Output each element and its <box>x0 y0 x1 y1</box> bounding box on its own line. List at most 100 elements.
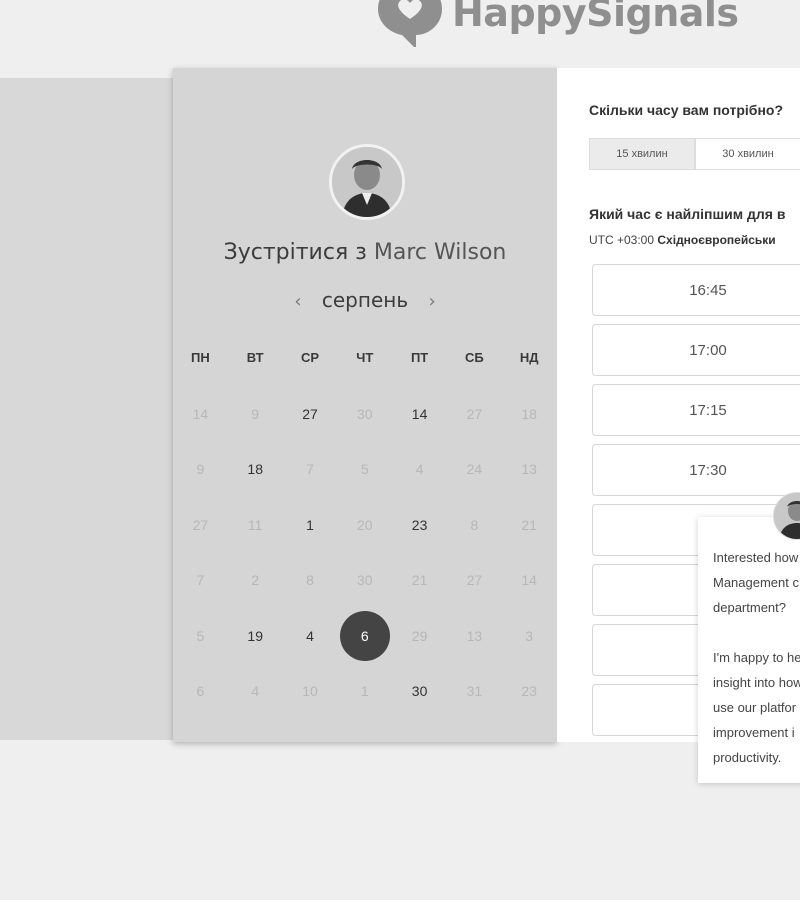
calendar-week-row: 5 19 4 6 29 13 3 <box>173 608 557 664</box>
calendar-day[interactable]: 23 <box>392 497 447 553</box>
weekday-header: ПН ВТ СР ЧТ ПТ СБ НД <box>173 350 557 365</box>
time-slot-button[interactable]: 17:15 <box>592 384 800 436</box>
day-number: 19 <box>247 627 263 644</box>
weekday-label: СР <box>300 350 320 365</box>
day-number: 7 <box>196 572 205 589</box>
calendar-week-row: 6 4 10 1 30 31 23 <box>173 664 557 720</box>
calendar-day: 13 <box>447 608 502 664</box>
time-slot-button[interactable]: 17:30 <box>592 444 800 496</box>
day-number: 27 <box>302 405 318 422</box>
calendar-day: 10 <box>283 664 338 720</box>
duration-15-button[interactable]: 15 хвилин <box>589 138 695 170</box>
calendar-day: 27 <box>447 386 502 442</box>
calendar-day: 23 <box>502 664 557 720</box>
day-number: 23 <box>411 516 428 533</box>
calendar-day: 21 <box>502 497 557 553</box>
calendar-day: 7 <box>173 553 228 609</box>
chat-message-intro: Interested how Management c department? <box>713 550 799 615</box>
timezone-offset: UTC +03:00 <box>589 233 655 247</box>
timezone-selector[interactable]: UTC +03:00 Східноєвропейськи <box>589 233 776 247</box>
calendar-day: 5 <box>337 442 392 498</box>
day-number: 30 <box>357 405 373 422</box>
host-avatar <box>329 144 405 220</box>
chat-popup[interactable]: Interested how Management c department? … <box>698 517 800 783</box>
day-number: 8 <box>470 516 479 533</box>
duration-tabs: 15 хвилин 30 хвилин <box>589 138 800 170</box>
day-number: 6 <box>360 627 369 644</box>
day-number: 24 <box>466 461 483 478</box>
day-number: 27 <box>466 405 483 422</box>
day-number: 20 <box>357 516 373 533</box>
calendar-day: 8 <box>447 497 502 553</box>
calendar-day: 4 <box>228 664 283 720</box>
calendar-day[interactable]: 19 <box>228 608 283 664</box>
day-number: 21 <box>521 516 537 533</box>
weekday-label: ПТ <box>410 350 429 365</box>
day-number: 21 <box>411 572 428 589</box>
calendar-day: 5 <box>173 608 228 664</box>
meeting-title: Зустрітися з Marc Wilson <box>173 240 557 265</box>
calendar-week-row: 14 9 27 30 14 27 18 <box>173 386 557 442</box>
calendar-day: 30 <box>337 553 392 609</box>
day-number: 7 <box>306 461 314 478</box>
prev-month-chevron-icon[interactable]: ‹ <box>294 291 301 312</box>
calendar-day: 30 <box>337 386 392 442</box>
day-number: 3 <box>525 627 534 644</box>
day-number: 30 <box>357 572 373 589</box>
calendar-day: 7 <box>283 442 338 498</box>
calendar-day[interactable]: 27 <box>283 386 338 442</box>
calendar-day: 1 <box>337 664 392 720</box>
calendar-day[interactable]: 30 <box>392 664 447 720</box>
weekday-label: СБ <box>465 350 484 365</box>
day-number: 4 <box>306 627 314 644</box>
day-number: 14 <box>521 572 537 589</box>
calendar-day: 14 <box>502 553 557 609</box>
month-navigation: ‹ серпень › <box>173 288 557 312</box>
selected-day[interactable]: 6 <box>337 608 392 664</box>
day-number: 5 <box>196 627 205 644</box>
day-number: 14 <box>411 405 428 422</box>
calendar-day: 27 <box>173 497 228 553</box>
day-number: 2 <box>251 572 260 589</box>
calendar-day: 13 <box>502 442 557 498</box>
day-number: 11 <box>247 516 263 533</box>
left-background-panel <box>0 78 173 740</box>
calendar-day[interactable]: 1 <box>283 497 338 553</box>
calendar-week-row: 9 18 7 5 4 24 13 <box>173 442 557 498</box>
calendar-day: 24 <box>447 442 502 498</box>
time-question: Який час є найліпшим для в <box>589 206 786 222</box>
calendar-day: 27 <box>447 553 502 609</box>
day-number: 4 <box>251 683 260 700</box>
calendar-day: 20 <box>337 497 392 553</box>
day-number: 18 <box>247 461 263 478</box>
calendar-day: 21 <box>392 553 447 609</box>
timezone-name: Східноєвропейськи <box>657 233 776 247</box>
weekday-label: ПН <box>191 350 210 365</box>
calendar-day: 29 <box>392 608 447 664</box>
meeting-title-prefix: Зустрітися з <box>223 240 367 265</box>
host-name: Marc Wilson <box>373 240 507 265</box>
calendar-day[interactable]: 4 <box>283 608 338 664</box>
day-number: 1 <box>306 516 314 533</box>
time-slot-button[interactable]: 17:00 <box>592 324 800 376</box>
calendar-day: 9 <box>173 442 228 498</box>
time-slot-button[interactable]: 16:45 <box>592 264 800 316</box>
weekday-label: НД <box>519 350 539 365</box>
day-number: 13 <box>466 627 483 644</box>
calendar-week-row: 27 11 1 20 23 8 21 <box>173 497 557 553</box>
duration-30-button[interactable]: 30 хвилин <box>695 138 800 170</box>
calendar-day: 31 <box>447 664 502 720</box>
calendar-day[interactable]: 18 <box>228 442 283 498</box>
next-month-chevron-icon[interactable]: › <box>428 291 435 312</box>
calendar-day[interactable]: 14 <box>392 386 447 442</box>
day-number: 29 <box>411 627 428 644</box>
calendar-day: 3 <box>502 608 557 664</box>
day-number: 10 <box>302 683 318 700</box>
day-number: 27 <box>192 516 209 533</box>
month-label: серпень <box>321 288 409 312</box>
day-number: 8 <box>306 572 314 589</box>
calendar-week-row: 7 2 8 30 21 27 14 <box>173 553 557 609</box>
happysignals-logo: HappySignals <box>376 0 739 49</box>
calendar-day: 6 <box>173 664 228 720</box>
day-number: 23 <box>521 683 537 700</box>
